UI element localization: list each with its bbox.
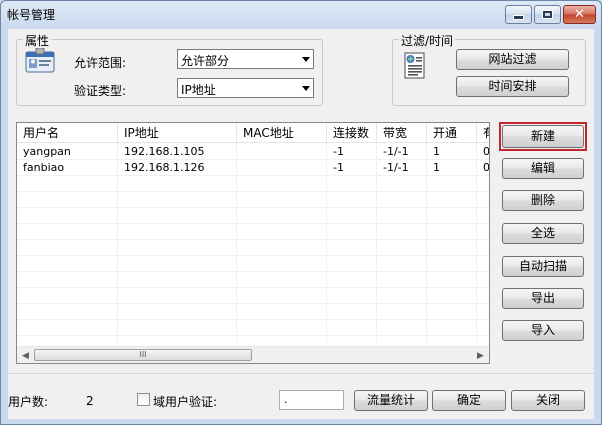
chevron-down-icon xyxy=(302,86,310,91)
grid-line xyxy=(17,191,489,192)
window-title: 帐号管理 xyxy=(7,8,56,22)
grid-line xyxy=(17,239,489,240)
scroll-left-button[interactable]: ◀ xyxy=(17,347,34,363)
grid-line xyxy=(17,255,489,256)
list-header: 用户名 IP地址 MAC地址 连接数 带宽 开通 有 xyxy=(17,123,489,143)
maximize-button[interactable] xyxy=(534,5,561,24)
website-filter-button[interactable]: 网站过滤 xyxy=(456,49,569,70)
traffic-stats-button[interactable]: 流量统计 xyxy=(354,390,428,411)
footer-separator xyxy=(8,373,594,374)
grid-line xyxy=(17,271,489,272)
user-count-label: 用户数: xyxy=(8,395,49,409)
filter-time-group: 过滤/时间 网站过滤 时间安排 xyxy=(392,32,586,106)
scrollbar-thumb[interactable]: III xyxy=(34,349,252,361)
select-all-button[interactable]: 全选 xyxy=(502,223,584,244)
web-document-icon xyxy=(403,52,427,80)
scroll-right-button[interactable]: ▶ xyxy=(472,347,489,363)
minimize-icon xyxy=(513,15,524,20)
table-row[interactable]: fanbiao 192.168.1.126 -1 -1/-1 1 0 xyxy=(17,160,489,176)
attributes-group-label: 属性 xyxy=(23,32,52,49)
ok-button[interactable]: 确定 xyxy=(432,390,506,411)
domain-input[interactable]: . xyxy=(279,390,344,410)
cell-connections: -1 xyxy=(333,145,344,158)
attributes-group: 属性 允许范围: 允许部分 验证类型: IP地址 xyxy=(16,32,323,106)
auth-type-select[interactable]: IP地址 xyxy=(177,78,314,98)
column-header-extra[interactable]: 有 xyxy=(477,123,489,143)
grid-line xyxy=(17,303,489,304)
allow-range-label: 允许范围: xyxy=(74,56,127,70)
user-count-value: 2 xyxy=(86,394,94,408)
allow-range-select[interactable]: 允许部分 xyxy=(177,49,314,69)
account-management-window: 帐号管理 ✕ 属性 允许范围: 允许部分 验证类型: IP地址 过滤/时间 网站… xyxy=(0,0,602,425)
id-card-icon xyxy=(25,47,55,74)
grid-line xyxy=(17,223,489,224)
auth-type-label: 验证类型: xyxy=(74,84,127,98)
cell-extra: 0 xyxy=(483,161,490,174)
cell-bandwidth: -1/-1 xyxy=(383,145,409,158)
column-header-mac[interactable]: MAC地址 xyxy=(237,123,327,143)
cell-enabled: 1 xyxy=(433,161,440,174)
new-button[interactable]: 新建 xyxy=(502,125,584,148)
account-list[interactable]: 用户名 IP地址 MAC地址 连接数 带宽 开通 有 xyxy=(16,122,490,364)
table-row[interactable]: yangpan 192.168.1.105 -1 -1/-1 1 0 xyxy=(17,144,489,160)
column-header-ip[interactable]: IP地址 xyxy=(118,123,237,143)
cell-bandwidth: -1/-1 xyxy=(383,161,409,174)
column-header-connections[interactable]: 连接数 xyxy=(327,123,377,143)
maximize-icon xyxy=(542,10,553,19)
grid-line xyxy=(17,319,489,320)
title-bar[interactable]: 帐号管理 ✕ xyxy=(1,1,601,27)
export-button[interactable]: 导出 xyxy=(502,288,584,309)
column-header-bandwidth[interactable]: 带宽 xyxy=(377,123,427,143)
chevron-right-icon: ▶ xyxy=(477,350,484,361)
close-button[interactable]: 关闭 xyxy=(511,390,585,411)
cell-mac xyxy=(237,144,326,160)
close-icon: ✕ xyxy=(574,7,585,22)
grid-line xyxy=(17,207,489,208)
auto-scan-button[interactable]: 自动扫描 xyxy=(502,256,584,277)
edit-button[interactable]: 编辑 xyxy=(502,158,584,179)
delete-button[interactable]: 删除 xyxy=(502,190,584,211)
chevron-down-icon xyxy=(302,57,310,62)
domain-auth-label: 域用户验证: xyxy=(153,395,218,409)
auth-type-value: IP地址 xyxy=(181,83,216,97)
scrollbar-grip: III xyxy=(139,350,147,359)
minimize-button[interactable] xyxy=(505,5,532,24)
cell-ip: 192.168.1.126 xyxy=(124,161,205,174)
domain-auth-checkbox[interactable] xyxy=(137,393,150,406)
cell-username: yangpan xyxy=(23,145,71,158)
cell-enabled: 1 xyxy=(433,145,440,158)
import-button[interactable]: 导入 xyxy=(502,320,584,341)
cell-ip: 192.168.1.105 xyxy=(124,145,205,158)
cell-mac xyxy=(237,160,326,176)
chevron-left-icon: ◀ xyxy=(22,350,29,361)
cell-connections: -1 xyxy=(333,161,344,174)
allow-range-value: 允许部分 xyxy=(181,54,230,68)
grid-line xyxy=(17,335,489,336)
column-header-enabled[interactable]: 开通 xyxy=(427,123,477,143)
column-header-username[interactable]: 用户名 xyxy=(17,123,118,143)
close-window-button[interactable]: ✕ xyxy=(563,5,596,24)
filter-time-group-label: 过滤/时间 xyxy=(399,32,456,49)
horizontal-scrollbar[interactable]: ◀ III ▶ xyxy=(17,346,489,363)
grid-line xyxy=(17,287,489,288)
cell-extra: 0 xyxy=(483,145,490,158)
time-schedule-button[interactable]: 时间安排 xyxy=(456,76,569,97)
dialog-client-area: 属性 允许范围: 允许部分 验证类型: IP地址 过滤/时间 网站过滤 时间安排… xyxy=(8,29,594,419)
cell-username: fanbiao xyxy=(23,161,65,174)
